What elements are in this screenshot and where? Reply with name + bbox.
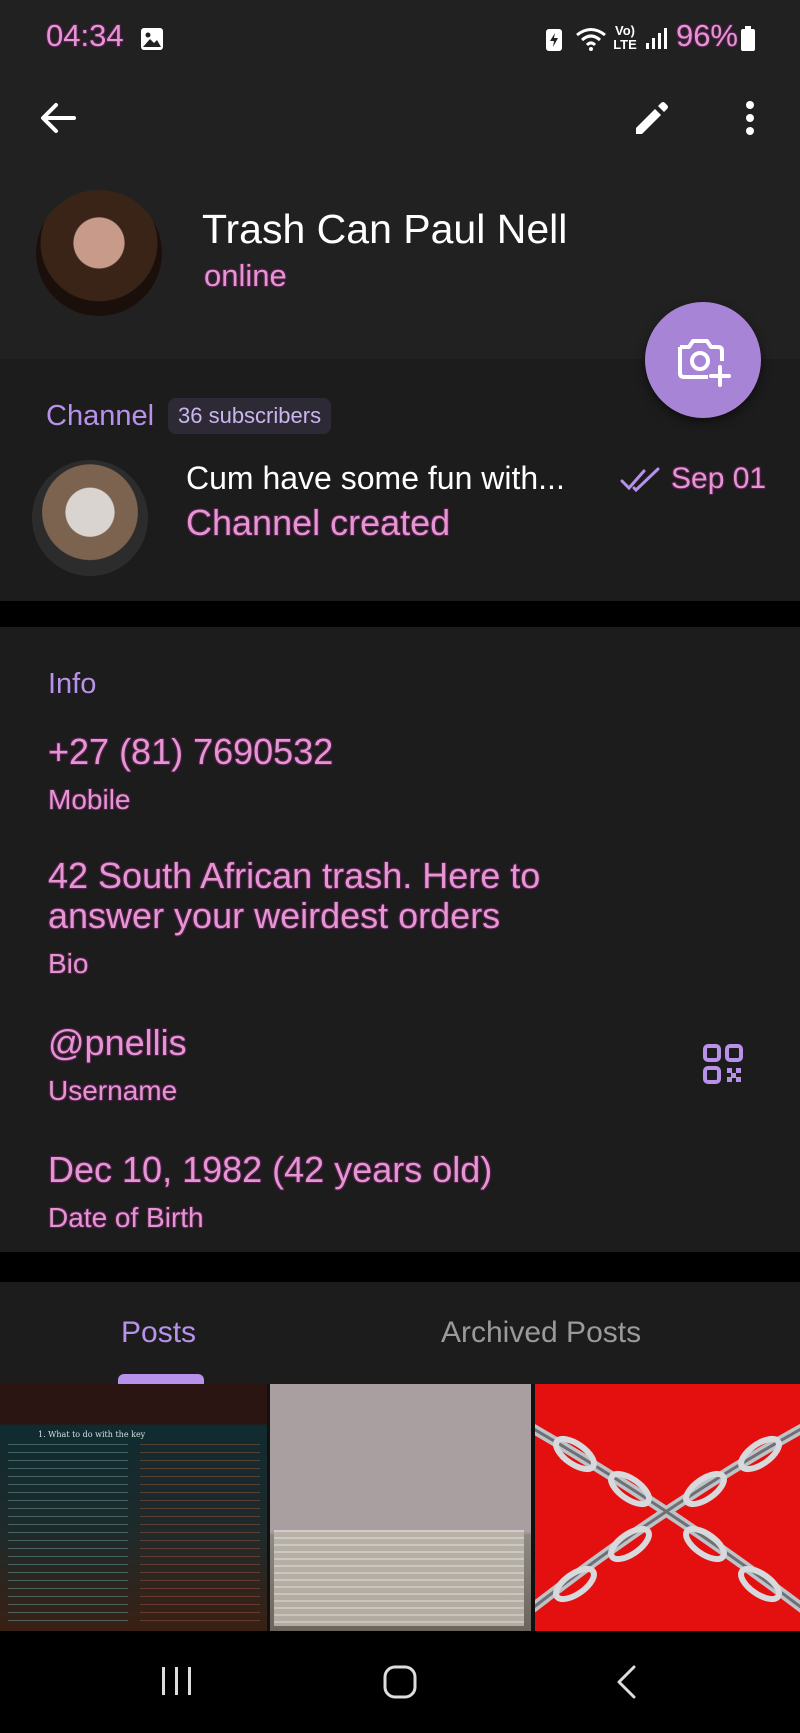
info-heading: Info <box>48 668 97 700</box>
chains-image <box>521 1419 800 1618</box>
media-grid: 1. What to do with the key <box>0 1384 800 1631</box>
profile-status: online <box>204 258 287 293</box>
post-thumbnail[interactable] <box>521 1384 800 1631</box>
date-of-birth[interactable]: Dec 10, 1982 (42 years old) <box>48 1150 492 1190</box>
phone-number[interactable]: +27 (81) 7690532 <box>48 732 333 772</box>
thumbnail-text-lines <box>8 1444 128 1624</box>
active-tab-indicator <box>118 1374 204 1384</box>
tab-posts[interactable]: Posts <box>121 1316 196 1350</box>
tab-archived-posts[interactable]: Archived Posts <box>441 1316 641 1350</box>
volte-label: Vo) LTE <box>613 23 637 52</box>
phone-label: Mobile <box>48 784 131 815</box>
post-thumbnail[interactable] <box>270 1384 531 1631</box>
thumbnail-text-lines <box>140 1444 260 1624</box>
battery-percentage: 96% <box>675 18 738 53</box>
profile-name: Trash Can Paul Nell <box>202 206 568 252</box>
channel-section-label: Channel <box>46 400 155 432</box>
signal-icon <box>646 28 667 49</box>
channel-date: Sep 01 <box>671 462 767 495</box>
double-check-icon <box>620 467 660 493</box>
thumbnail-text: 1. What to do with the key <box>38 1430 146 1439</box>
post-thumbnail[interactable]: 1. What to do with the key <box>0 1384 267 1631</box>
battery-icon <box>741 26 755 51</box>
subscribers-badge: 36 subscribers <box>168 398 332 434</box>
qr-code-icon[interactable] <box>703 1044 743 1084</box>
bio-line-1[interactable]: 42 South African trash. Here to <box>48 856 540 896</box>
image-icon <box>141 28 163 50</box>
username-label: Username <box>48 1075 178 1106</box>
camera-add-icon <box>678 339 731 387</box>
media-tabs <box>0 1282 800 1384</box>
username[interactable]: @pnellis <box>48 1023 187 1063</box>
more-vert-icon[interactable] <box>740 98 760 138</box>
home-icon[interactable] <box>382 1664 418 1700</box>
profile-avatar[interactable] <box>36 190 162 316</box>
channel-last-message: Channel created <box>186 502 451 543</box>
back-arrow-icon[interactable] <box>38 98 78 138</box>
wifi-icon <box>576 28 606 51</box>
bio-line-2[interactable]: answer your weirdest orders <box>48 896 500 936</box>
recents-icon[interactable] <box>160 1665 194 1697</box>
status-time: 04:34 <box>46 18 124 53</box>
channel-title[interactable]: Cum have some fun with... <box>186 460 565 497</box>
set-photo-button[interactable] <box>645 302 761 418</box>
battery-saver-icon <box>546 29 562 51</box>
bio-label: Bio <box>48 948 89 979</box>
thumbnail-document <box>274 1530 524 1626</box>
pencil-icon[interactable] <box>632 100 670 138</box>
channel-avatar[interactable] <box>32 460 148 576</box>
dob-label: Date of Birth <box>48 1202 204 1233</box>
nav-back-icon[interactable] <box>614 1664 638 1700</box>
